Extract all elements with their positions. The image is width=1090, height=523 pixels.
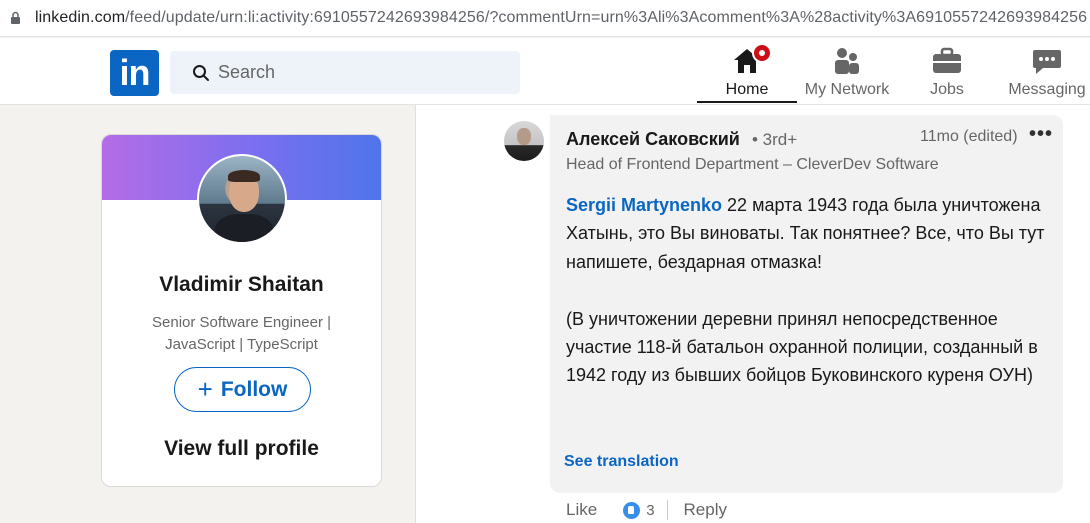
comment-author-name[interactable]: Алексей Саковский <box>566 129 740 150</box>
nav-messaging[interactable]: Messaging <box>997 38 1090 105</box>
nav-jobs-label: Jobs <box>930 81 964 98</box>
search-input[interactable] <box>218 51 508 94</box>
url-host: linkedin.com <box>35 9 126 26</box>
url-path: /feed/update/urn:li:activity:69105572426… <box>125 9 1088 26</box>
profile-name[interactable]: Vladimir Shaitan <box>102 273 381 297</box>
browser-url-bar[interactable]: linkedin.com/feed/update/urn:li:activity… <box>0 0 1090 37</box>
like-button[interactable]: Like <box>566 500 597 520</box>
nav-my-network-label: My Network <box>804 81 890 98</box>
briefcase-icon <box>933 47 961 73</box>
url-text[interactable]: linkedin.com/feed/update/urn:li:activity… <box>35 9 1087 27</box>
reply-button[interactable]: Reply <box>684 500 727 520</box>
nav-my-network[interactable]: My Network <box>797 38 897 105</box>
profile-card: Vladimir Shaitan Senior Software Enginee… <box>101 134 382 487</box>
mention-link[interactable]: Sergii Martynenko <box>566 195 722 215</box>
plus-icon: + <box>197 373 213 404</box>
comment-actions: Like 3 Reply <box>566 498 727 522</box>
see-translation-link[interactable]: See translation <box>564 453 679 471</box>
linkedin-logo[interactable]: in <box>110 50 159 96</box>
lock-icon <box>11 11 20 24</box>
nav-home-label: Home <box>725 81 769 98</box>
connection-degree: • 3rd+ <box>752 130 798 149</box>
notification-badge <box>752 43 772 63</box>
comment-paragraph: (В уничтожении деревни принял непосредст… <box>566 308 1038 386</box>
profile-headline: Senior Software Engineer | JavaScript | … <box>152 314 331 353</box>
nav-messaging-label: Messaging <box>1008 81 1086 98</box>
follow-button[interactable]: + Follow <box>174 367 311 412</box>
divider <box>666 500 668 520</box>
reaction-count[interactable]: 3 <box>646 502 654 519</box>
messaging-icon <box>1033 50 1061 74</box>
comment-text: Sergii Martynenko 22 марта 1943 года был… <box>566 191 1056 418</box>
follow-label: Follow <box>220 377 288 401</box>
profile-avatar[interactable] <box>197 154 287 244</box>
top-navigation: in Home My Network Jobs <box>0 38 1090 105</box>
search-box[interactable] <box>170 51 520 94</box>
network-icon <box>835 48 859 74</box>
active-tab-indicator <box>697 101 797 103</box>
view-full-profile-link[interactable]: View full profile <box>102 437 381 461</box>
more-options-icon[interactable]: ••• <box>1029 123 1053 146</box>
search-icon <box>193 65 209 81</box>
like-reaction-icon[interactable] <box>623 501 641 519</box>
comment-author-avatar[interactable] <box>504 121 544 161</box>
comment-bubble: Алексей Саковский • 3rd+ 11mo (edited) •… <box>550 115 1063 493</box>
comment-author-title: Head of Frontend Department – CleverDev … <box>566 156 939 173</box>
comment-paragraph: Sergii Martynenko 22 марта 1943 года был… <box>566 191 1056 276</box>
comment-timestamp: 11mo (edited) <box>920 128 1018 145</box>
nav-jobs[interactable]: Jobs <box>897 38 997 105</box>
nav-home[interactable]: Home <box>697 38 797 105</box>
